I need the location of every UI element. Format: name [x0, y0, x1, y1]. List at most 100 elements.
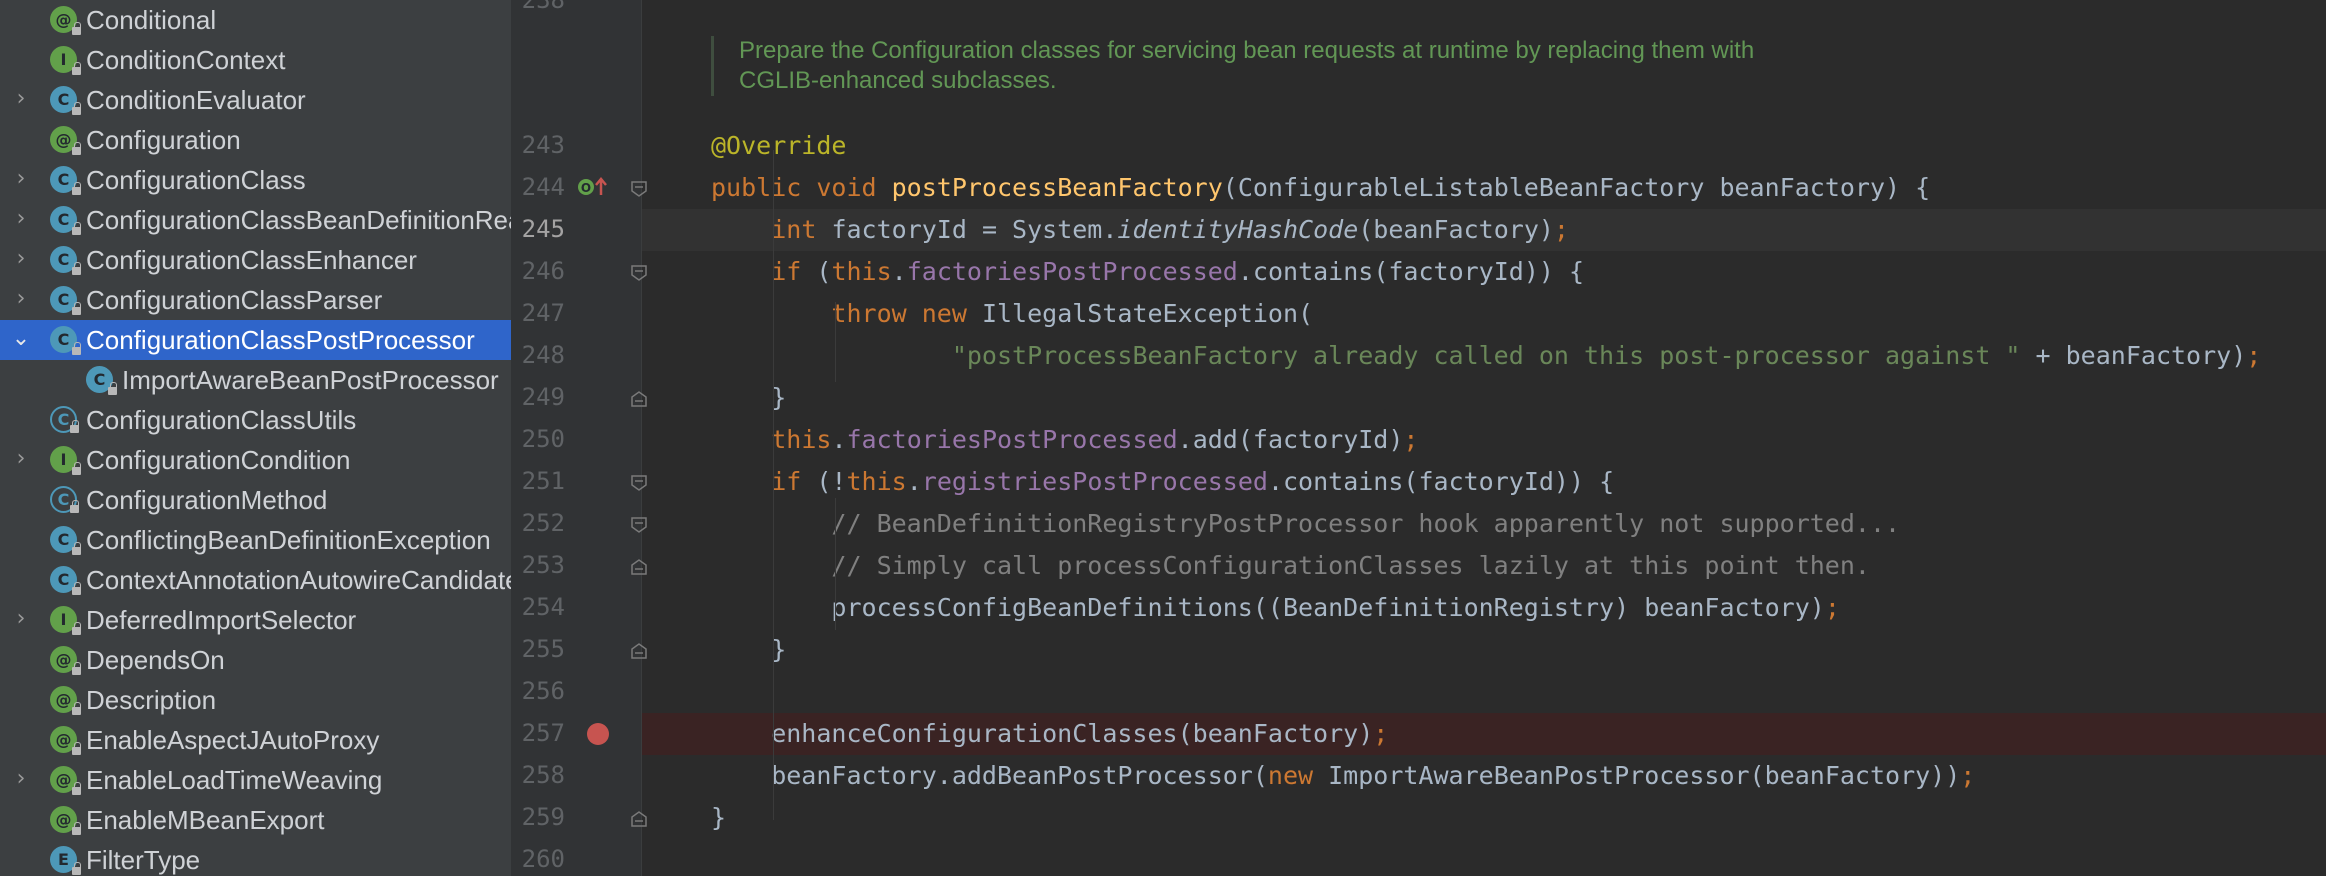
code-token: (!: [816, 467, 847, 496]
code-line[interactable]: processConfigBeanDefinitions((BeanDefini…: [711, 593, 1839, 622]
icon-letter: C: [93, 370, 106, 389]
tree-item[interactable]: › C ConfigurationClass: [0, 160, 511, 200]
tree-item[interactable]: C ConfigurationMethod: [0, 480, 511, 520]
code-token: ;: [2246, 341, 2262, 370]
tree-item[interactable]: I ConditionContext: [0, 40, 511, 80]
chevron-right-icon[interactable]: ›: [10, 88, 32, 110]
tree-item[interactable]: › C ConfigurationClassParser: [0, 280, 511, 320]
code-line[interactable]: }: [711, 803, 726, 832]
fold-icon[interactable]: [631, 391, 647, 407]
override-method-icon[interactable]: O: [577, 175, 609, 199]
line-number[interactable]: 255: [511, 635, 565, 663]
project-tree[interactable]: @ Conditional I ConditionContext › C Condition…: [0, 0, 511, 876]
icon-letter: C: [57, 330, 70, 349]
line-number[interactable]: 253: [511, 551, 565, 579]
code-token: .add(factoryId): [1177, 425, 1404, 454]
tree-item[interactable]: › @ EnableLoadTimeWeaving: [0, 760, 511, 800]
tree-item[interactable]: › C ConfigurationClassEnhancer: [0, 240, 511, 280]
chevron-right-icon[interactable]: ›: [10, 248, 32, 270]
javadoc-block: Prepare the Configuration classes for se…: [711, 36, 2139, 96]
line-number[interactable]: 248: [511, 341, 565, 369]
line-number[interactable]: 260: [511, 845, 565, 873]
line-number[interactable]: 246: [511, 257, 565, 285]
code-token: // Simply call processConfigurationClass…: [831, 551, 1870, 580]
lock-icon: [72, 142, 81, 155]
code-line[interactable]: }: [711, 635, 786, 664]
code-line[interactable]: throw new IllegalStateException(: [711, 299, 1313, 328]
chevron-right-icon[interactable]: ›: [10, 768, 32, 790]
code-token: IllegalStateException(: [981, 299, 1314, 328]
tree-item[interactable]: @ Description: [0, 680, 511, 720]
tree-item[interactable]: C ContextAnnotationAutowireCandidateResol…: [0, 560, 511, 600]
icon-letter: @: [55, 770, 72, 789]
line-number[interactable]: 243: [511, 131, 565, 159]
code-line[interactable]: if (!this.registriesPostProcessed.contai…: [711, 467, 1614, 496]
code-line[interactable]: enhanceConfigurationClasses(beanFactory)…: [711, 719, 1388, 748]
chevron-right-icon[interactable]: ›: [10, 208, 32, 230]
fold-icon[interactable]: [631, 559, 647, 575]
tree-item[interactable]: @ DependsOn: [0, 640, 511, 680]
code-line[interactable]: public void postProcessBeanFactory(Confi…: [711, 173, 1930, 202]
fold-icon[interactable]: [631, 811, 647, 827]
fold-icon[interactable]: [631, 265, 647, 281]
chevron-right-icon[interactable]: ›: [10, 288, 32, 310]
code-line[interactable]: // BeanDefinitionRegistryPostProcessor h…: [711, 509, 1900, 538]
code-line[interactable]: if (this.factoriesPostProcessed.contains…: [711, 257, 1584, 286]
code-line[interactable]: beanFactory.addBeanPostProcessor(new Imp…: [711, 761, 1975, 790]
tree-item-label: Conditional: [86, 5, 217, 35]
tree-item[interactable]: › C ConditionEvaluator: [0, 80, 511, 120]
breakpoint-icon[interactable]: [587, 723, 609, 745]
lock-icon: [72, 582, 81, 595]
line-number[interactable]: 244: [511, 173, 565, 201]
fold-icon[interactable]: [631, 475, 647, 491]
code-line[interactable]: int factoryId = System.identityHashCode(…: [711, 215, 1569, 244]
line-number[interactable]: 251: [511, 467, 565, 495]
chevron-right-icon[interactable]: ›: [10, 448, 32, 470]
code-editor[interactable]: 238 Prepare the Configuration classes fo…: [511, 0, 2326, 876]
tree-item[interactable]: ⌄ C ConfigurationClassPostProcessor: [0, 320, 511, 360]
chevron-down-icon[interactable]: ⌄: [10, 328, 32, 350]
code-line[interactable]: // Simply call processConfigurationClass…: [711, 551, 1870, 580]
chevron-right-icon[interactable]: ›: [10, 168, 32, 190]
code-line[interactable]: "postProcessBeanFactory already called o…: [711, 341, 2261, 370]
icon-letter: C: [57, 250, 70, 269]
line-number[interactable]: 257: [511, 719, 565, 747]
icon-letter: C: [57, 170, 70, 189]
line-number[interactable]: 250: [511, 425, 565, 453]
tree-item[interactable]: @ EnableMBeanExport: [0, 800, 511, 840]
tree-item[interactable]: C ConfigurationClassUtils: [0, 400, 511, 440]
line-number[interactable]: 254: [511, 593, 565, 621]
tree-item[interactable]: › C ConfigurationClassBeanDefinitionReader: [0, 200, 511, 240]
lock-icon: [72, 622, 81, 635]
code-line[interactable]: this.factoriesPostProcessed.add(factoryI…: [711, 425, 1418, 454]
tree-item-label: ContextAnnotationAutowireCandidateResolv…: [86, 565, 511, 595]
code-token: .: [831, 425, 847, 454]
code-token: + beanFactory): [2035, 341, 2247, 370]
line-number[interactable]: 247: [511, 299, 565, 327]
tree-item[interactable]: @ EnableAspectJAutoProxy: [0, 720, 511, 760]
fold-icon[interactable]: [631, 181, 647, 197]
tree-item[interactable]: @ Configuration: [0, 120, 511, 160]
line-number[interactable]: 252: [511, 509, 565, 537]
line-number[interactable]: 256: [511, 677, 565, 705]
line-number[interactable]: 259: [511, 803, 565, 831]
tree-item[interactable]: C ConflictingBeanDefinitionException: [0, 520, 511, 560]
line-number[interactable]: 249: [511, 383, 565, 411]
chevron-right-icon[interactable]: ›: [10, 608, 32, 630]
line-number[interactable]: 245: [511, 215, 565, 243]
code-token: (ConfigurableListableBeanFactory beanFac…: [1222, 173, 1931, 202]
tree-item[interactable]: @ Conditional: [0, 0, 511, 40]
tree-item[interactable]: E FilterType: [0, 840, 511, 876]
class-icon: C: [50, 86, 81, 115]
class-icon: C: [50, 246, 81, 275]
code-line[interactable]: }: [711, 383, 786, 412]
fold-icon[interactable]: [631, 643, 647, 659]
code-line[interactable]: @Override: [711, 131, 846, 160]
line-number[interactable]: 258: [511, 761, 565, 789]
tree-item[interactable]: C ImportAwareBeanPostProcessor: [0, 360, 511, 400]
fold-icon[interactable]: [631, 517, 647, 533]
tree-item[interactable]: › I DeferredImportSelector: [0, 600, 511, 640]
tree-item[interactable]: › I ConfigurationCondition: [0, 440, 511, 480]
tree-item-label: FilterType: [86, 845, 201, 875]
